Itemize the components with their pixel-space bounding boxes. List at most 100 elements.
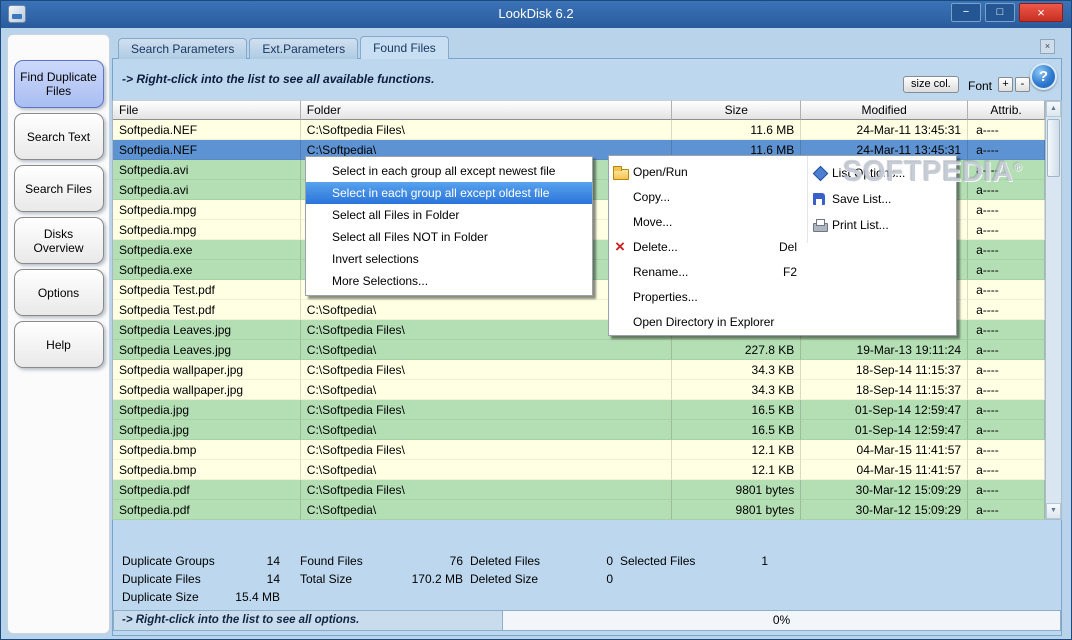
menu-item[interactable]: Save List... [808,186,957,212]
close-button[interactable]: × [1019,3,1063,22]
menu-item-label: Delete... [633,240,678,254]
menu-item[interactable]: Print List... [808,212,957,238]
cell-attrib: a---- [968,400,1045,420]
cell-file: Softpedia.pdf [113,480,301,500]
cell-file: Softpedia.jpg [113,400,301,420]
table-row[interactable]: Softpedia.pdf C:\Softpedia\ 9801 bytes 3… [113,500,1045,520]
cell-file: Softpedia wallpaper.jpg [113,360,301,380]
table-row[interactable]: Softpedia.NEF C:\Softpedia Files\ 11.6 M… [113,120,1045,140]
menu-item-label: Copy... [633,190,670,204]
column-header-modified[interactable]: Modified [801,100,968,120]
stat-value: 0 [606,572,613,586]
stat-value: 14 [267,554,280,568]
menu-item[interactable]: Properties... [609,284,807,309]
menu-item-icon [609,288,633,306]
table-row[interactable]: Softpedia.jpg C:\Softpedia\ 16.5 KB 01-S… [113,420,1045,440]
cell-attrib: a---- [968,420,1045,440]
column-header-size[interactable]: Size [672,100,801,120]
cell-size: 16.5 KB [672,420,801,440]
cell-size: 9801 bytes [672,480,801,500]
size-col-button[interactable]: size col. [903,76,959,93]
tab[interactable]: Search Parameters [118,38,247,59]
menu-item[interactable]: Copy... [609,184,807,209]
menu-item[interactable]: Select in each group all except newest f… [306,160,592,182]
stat-value: 170.2 MB [412,572,463,586]
cell-file: Softpedia.jpg [113,420,301,440]
cell-attrib: a---- [968,480,1045,500]
menu-item[interactable]: Delete... Del [609,234,807,259]
table-row[interactable]: Softpedia Leaves.jpg C:\Softpedia\ 227.8… [113,340,1045,360]
table-row[interactable]: Softpedia.pdf C:\Softpedia Files\ 9801 b… [113,480,1045,500]
scroll-down-icon[interactable]: ▼ [1046,503,1061,519]
sidebar-button[interactable]: Help [14,321,104,368]
tab[interactable]: Ext.Parameters [249,38,358,59]
menu-item-label: Move... [633,215,672,229]
stat-label: Selected Files [620,554,695,568]
sidebar-button[interactable]: Disks Overview [14,217,104,264]
cell-file: Softpedia Test.pdf [113,280,301,300]
menu-item[interactable]: More Selections... [306,270,592,292]
cell-file: Softpedia.mpg [113,200,301,220]
sidebar-button[interactable]: Options [14,269,104,316]
cell-file: Softpedia.avi [113,160,301,180]
menu-item[interactable]: Rename... F2 [609,259,807,284]
vertical-scrollbar[interactable]: ▲ ▼ [1045,100,1062,520]
cell-file: Softpedia.pdf [113,500,301,520]
help-icon[interactable]: ? [1030,63,1057,90]
menu-item[interactable]: Move... [609,209,807,234]
menu-item-shortcut: F2 [783,265,807,279]
menu-item[interactable]: Open/Run [609,159,807,184]
menu-item[interactable]: Invert selections [306,248,592,270]
font-increase-button[interactable]: + [998,77,1013,92]
stat-row: Deleted Files 0 [470,552,613,570]
cell-modified: 19-Mar-13 19:11:24 [801,340,968,360]
minimize-button[interactable]: − [951,3,981,22]
menu-item[interactable]: List Options... [808,160,957,186]
cell-modified: 04-Mar-15 11:41:57 [801,460,968,480]
table-row[interactable]: Softpedia.bmp C:\Softpedia Files\ 12.1 K… [113,440,1045,460]
file-ops-column: Open/Run Copy... Move... Delete... Del [609,159,807,334]
menu-item[interactable]: Select all Files NOT in Folder [306,226,592,248]
table-row[interactable]: Softpedia wallpaper.jpg C:\Softpedia\ 34… [113,380,1045,400]
column-header-folder[interactable]: Folder [301,100,673,120]
sidebar-button[interactable]: Search Files [14,165,104,212]
sidebar-button[interactable]: Search Text [14,113,104,160]
scrollbar-thumb[interactable] [1047,119,1060,177]
cell-attrib: a---- [968,460,1045,480]
tab[interactable]: Found Files [360,36,449,59]
cell-attrib: a---- [968,220,1045,240]
scroll-up-icon[interactable]: ▲ [1046,101,1061,117]
stat-row: Selected Files 1 [620,552,768,570]
menu-item[interactable]: Open Directory in Explorer [609,309,807,334]
table-row[interactable]: Softpedia wallpaper.jpg C:\Softpedia Fil… [113,360,1045,380]
cell-size: 11.6 MB [672,120,801,140]
stat-value: 0 [606,554,613,568]
stat-value: 14 [267,572,280,586]
table-row[interactable]: Softpedia.bmp C:\Softpedia\ 12.1 KB 04-M… [113,460,1045,480]
cell-attrib: a---- [968,380,1045,400]
cell-folder: C:\Softpedia\ [301,500,673,520]
maximize-button[interactable]: □ [985,3,1015,22]
sidebar-button[interactable]: Find Duplicate Files [14,60,104,108]
cell-folder: C:\Softpedia Files\ [301,120,673,140]
column-header-file[interactable]: File [113,100,301,120]
cell-attrib: a---- [968,120,1045,140]
file-context-menu: Open/Run Copy... Move... Delete... Del [608,155,957,336]
table-row[interactable]: Softpedia.jpg C:\Softpedia Files\ 16.5 K… [113,400,1045,420]
column-header-attrib[interactable]: Attrib. [968,100,1045,120]
font-decrease-button[interactable]: - [1015,77,1030,92]
menu-item-icon [609,313,633,331]
cell-file: Softpedia Leaves.jpg [113,340,301,360]
menu-item[interactable]: Select all Files in Folder [306,204,592,226]
cell-attrib: a---- [968,340,1045,360]
stat-row: Duplicate Groups 14 [122,552,280,570]
menu-item-shortcut: Del [779,240,807,254]
cell-file: Softpedia.NEF [113,120,301,140]
window-title: LookDisk 6.2 [0,0,1072,28]
cell-folder: C:\Softpedia\ [301,420,673,440]
cell-file: Softpedia.bmp [113,440,301,460]
panel-close-icon[interactable]: × [1040,39,1055,54]
menu-item[interactable]: Select in each group all except oldest f… [306,182,592,204]
cell-folder: C:\Softpedia Files\ [301,440,673,460]
cell-attrib: a---- [968,360,1045,380]
